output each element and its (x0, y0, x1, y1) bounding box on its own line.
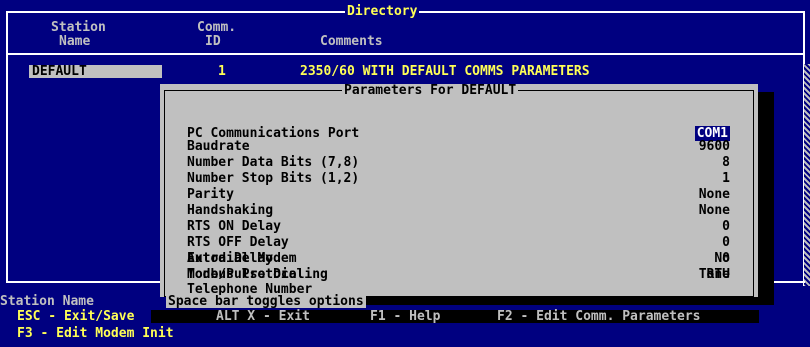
column-header-name: Name (59, 34, 91, 49)
value-rts-on-delay[interactable]: 0 (590, 220, 730, 233)
label-rts-off-delay: RTS OFF Delay (187, 235, 289, 250)
column-header-comments: Comments (320, 34, 383, 49)
label-stop-bits: Number Stop Bits (1,2) (187, 171, 360, 186)
value-rts-off-delay[interactable]: 0 (590, 236, 730, 249)
value-tone-pulse[interactable]: Tone (590, 268, 730, 281)
f2-edit-comm-key[interactable]: F2 - Edit Comm. Parameters (497, 310, 701, 323)
value-baudrate[interactable]: 9600 (590, 140, 730, 153)
label-rts-on-delay: RTS ON Delay (187, 219, 281, 234)
dialog-title: Parameters For DEFAULT (342, 83, 519, 98)
dialog-footer-hint: Space bar toggles options (166, 294, 366, 309)
label-parity: Parity (187, 187, 234, 202)
value-handshaking[interactable]: None (590, 204, 730, 217)
alt-x-exit-key[interactable]: ALT X - Exit (216, 310, 310, 323)
label-data-bits: Number Data Bits (7,8) (187, 155, 360, 170)
dialog-shadow-right (758, 92, 774, 305)
value-autodial-modem[interactable]: No (590, 252, 730, 265)
label-tone-pulse: Tone/Pulse Dialing (187, 267, 328, 282)
column-header-comm: Comm. (197, 20, 237, 35)
esc-exit-save-key[interactable]: ESC - Exit/Save (17, 310, 134, 323)
window-border-left (6, 11, 8, 281)
column-header-id: ID (205, 34, 221, 49)
value-stop-bits[interactable]: 1 (590, 172, 730, 185)
f1-help-key[interactable]: F1 - Help (370, 310, 440, 323)
label-autodial-modem: Autodial Modem (187, 251, 297, 266)
comm-id-cell[interactable]: 1 (218, 65, 226, 78)
value-data-bits[interactable]: 8 (590, 156, 730, 169)
column-header-station: Station (51, 20, 106, 35)
label-baudrate: Baudrate (187, 139, 250, 154)
dialog-border-left (164, 90, 165, 296)
header-divider (8, 53, 803, 55)
comment-cell[interactable]: 2350/60 WITH DEFAULT COMMS PARAMETERS (300, 65, 590, 78)
dialog-border-right (753, 90, 754, 296)
f3-edit-modem-key[interactable]: F3 - Edit Modem Init (17, 327, 174, 340)
vertical-scrollbar[interactable] (803, 64, 810, 286)
value-parity[interactable]: None (590, 188, 730, 201)
window-border-right (803, 11, 805, 64)
station-name-cell[interactable]: DEFAULT (29, 65, 162, 78)
scrollbar-edge (803, 64, 804, 286)
search-field-label: Station Name (0, 294, 94, 309)
label-handshaking: Handshaking (187, 203, 274, 218)
window-title: Directory (345, 4, 420, 19)
